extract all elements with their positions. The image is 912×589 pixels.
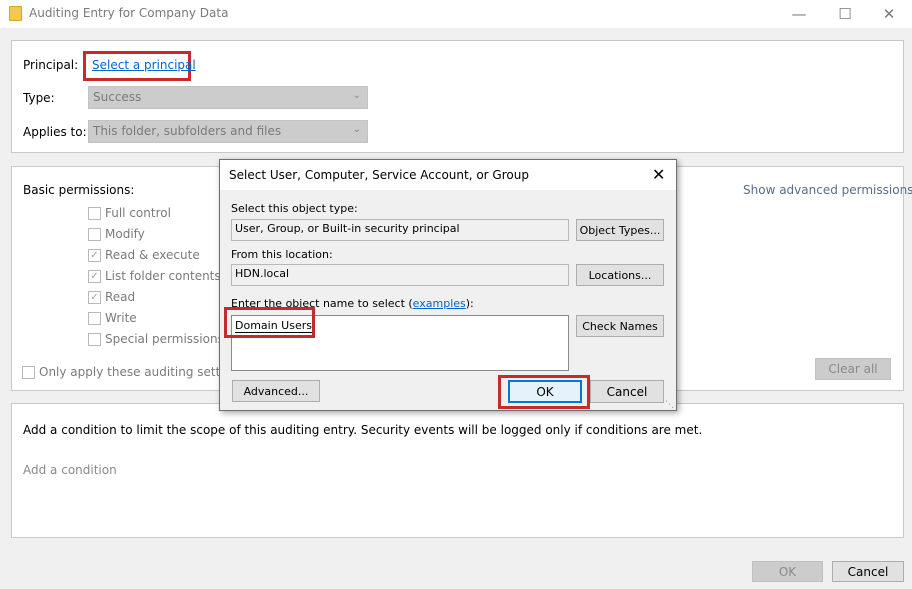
type-select[interactable]: Success ⌄ <box>88 86 368 109</box>
permission-label: Read & execute <box>105 248 200 262</box>
object-type-label: Select this object type: <box>231 202 358 215</box>
minimize-button[interactable]: — <box>776 0 822 28</box>
location-label: From this location: <box>231 248 333 261</box>
permission-label: Write <box>105 311 137 325</box>
title-bar: Auditing Entry for Company Data — ☐ ✕ <box>0 0 912 28</box>
resize-grip-icon[interactable]: ⋱ <box>665 400 674 410</box>
dialog-cancel-button[interactable]: Cancel <box>590 380 664 403</box>
permission-label: Full control <box>105 206 171 220</box>
condition-panel: Add a condition to limit the scope of th… <box>11 403 904 538</box>
principal-label: Principal: <box>23 58 79 72</box>
advanced-button[interactable]: Advanced... <box>232 380 320 402</box>
object-types-button[interactable]: Object Types... <box>576 219 664 241</box>
permission-label: List folder contents <box>105 269 221 283</box>
applies-to-label: Applies to: <box>23 125 87 139</box>
object-name-label-suffix: ): <box>465 297 474 310</box>
dialog-close-button[interactable]: ✕ <box>652 165 665 184</box>
clear-all-button[interactable]: Clear all <box>815 358 891 380</box>
permission-label: Read <box>105 290 136 304</box>
checkbox[interactable] <box>88 227 101 241</box>
dialog-ok-button[interactable]: OK <box>508 380 582 403</box>
checkmark-icon: ✓ <box>90 291 99 303</box>
basic-permissions-heading: Basic permissions: <box>23 183 135 197</box>
footer-cancel-button[interactable]: Cancel <box>832 561 904 582</box>
chevron-down-icon: ⌄ <box>352 124 361 135</box>
close-icon: ✕ <box>652 165 666 184</box>
object-type-field: User, Group, or Built-in security princi… <box>231 219 569 241</box>
location-field: HDN.local <box>231 264 569 286</box>
window-title: Auditing Entry for Company Data <box>29 6 229 20</box>
applies-to-select[interactable]: This folder, subfolders and files ⌄ <box>88 120 368 143</box>
maximize-icon: ☐ <box>838 5 852 23</box>
permission-label: Special permissions <box>105 332 224 346</box>
checkbox[interactable] <box>88 311 101 325</box>
applies-to-value: This folder, subfolders and files <box>93 124 282 138</box>
permission-label: Modify <box>105 227 145 241</box>
only-apply-option[interactable]: Only apply these auditing settings <box>22 364 245 380</box>
select-user-dialog: Select User, Computer, Service Account, … <box>219 159 677 411</box>
locations-button[interactable]: Locations... <box>576 264 664 286</box>
checkbox[interactable] <box>88 332 101 346</box>
checkmark-icon: ✓ <box>90 270 99 282</box>
checkbox-checked[interactable]: ✓ <box>88 248 101 262</box>
principal-panel: Principal: Select a principal Type: Succ… <box>11 40 904 153</box>
close-button[interactable]: ✕ <box>866 0 912 28</box>
check-names-button[interactable]: Check Names <box>576 315 664 337</box>
only-apply-label: Only apply these auditing settings <box>39 365 246 379</box>
show-advanced-permissions-link[interactable]: Show advanced permissions <box>743 183 912 197</box>
add-condition-link[interactable]: Add a condition <box>23 463 117 477</box>
object-name-highlight <box>224 307 315 338</box>
checkbox[interactable] <box>88 206 101 220</box>
close-icon: ✕ <box>882 5 896 23</box>
select-principal-link[interactable]: Select a principal <box>92 58 196 72</box>
checkbox-checked[interactable]: ✓ <box>88 269 101 283</box>
type-label: Type: <box>23 91 55 105</box>
minimize-icon: — <box>791 5 807 23</box>
checkbox[interactable] <box>22 365 35 379</box>
dialog-title-bar: Select User, Computer, Service Account, … <box>220 160 676 190</box>
chevron-down-icon: ⌄ <box>352 90 361 101</box>
footer-ok-button[interactable]: OK <box>752 561 823 582</box>
type-value: Success <box>93 90 142 104</box>
examples-link[interactable]: examples <box>413 297 466 310</box>
checkbox-checked[interactable]: ✓ <box>88 290 101 304</box>
condition-description: Add a condition to limit the scope of th… <box>23 423 703 437</box>
maximize-button[interactable]: ☐ <box>822 0 868 28</box>
dialog-title: Select User, Computer, Service Account, … <box>229 168 529 182</box>
folder-icon <box>9 6 22 21</box>
checkmark-icon: ✓ <box>90 249 99 261</box>
